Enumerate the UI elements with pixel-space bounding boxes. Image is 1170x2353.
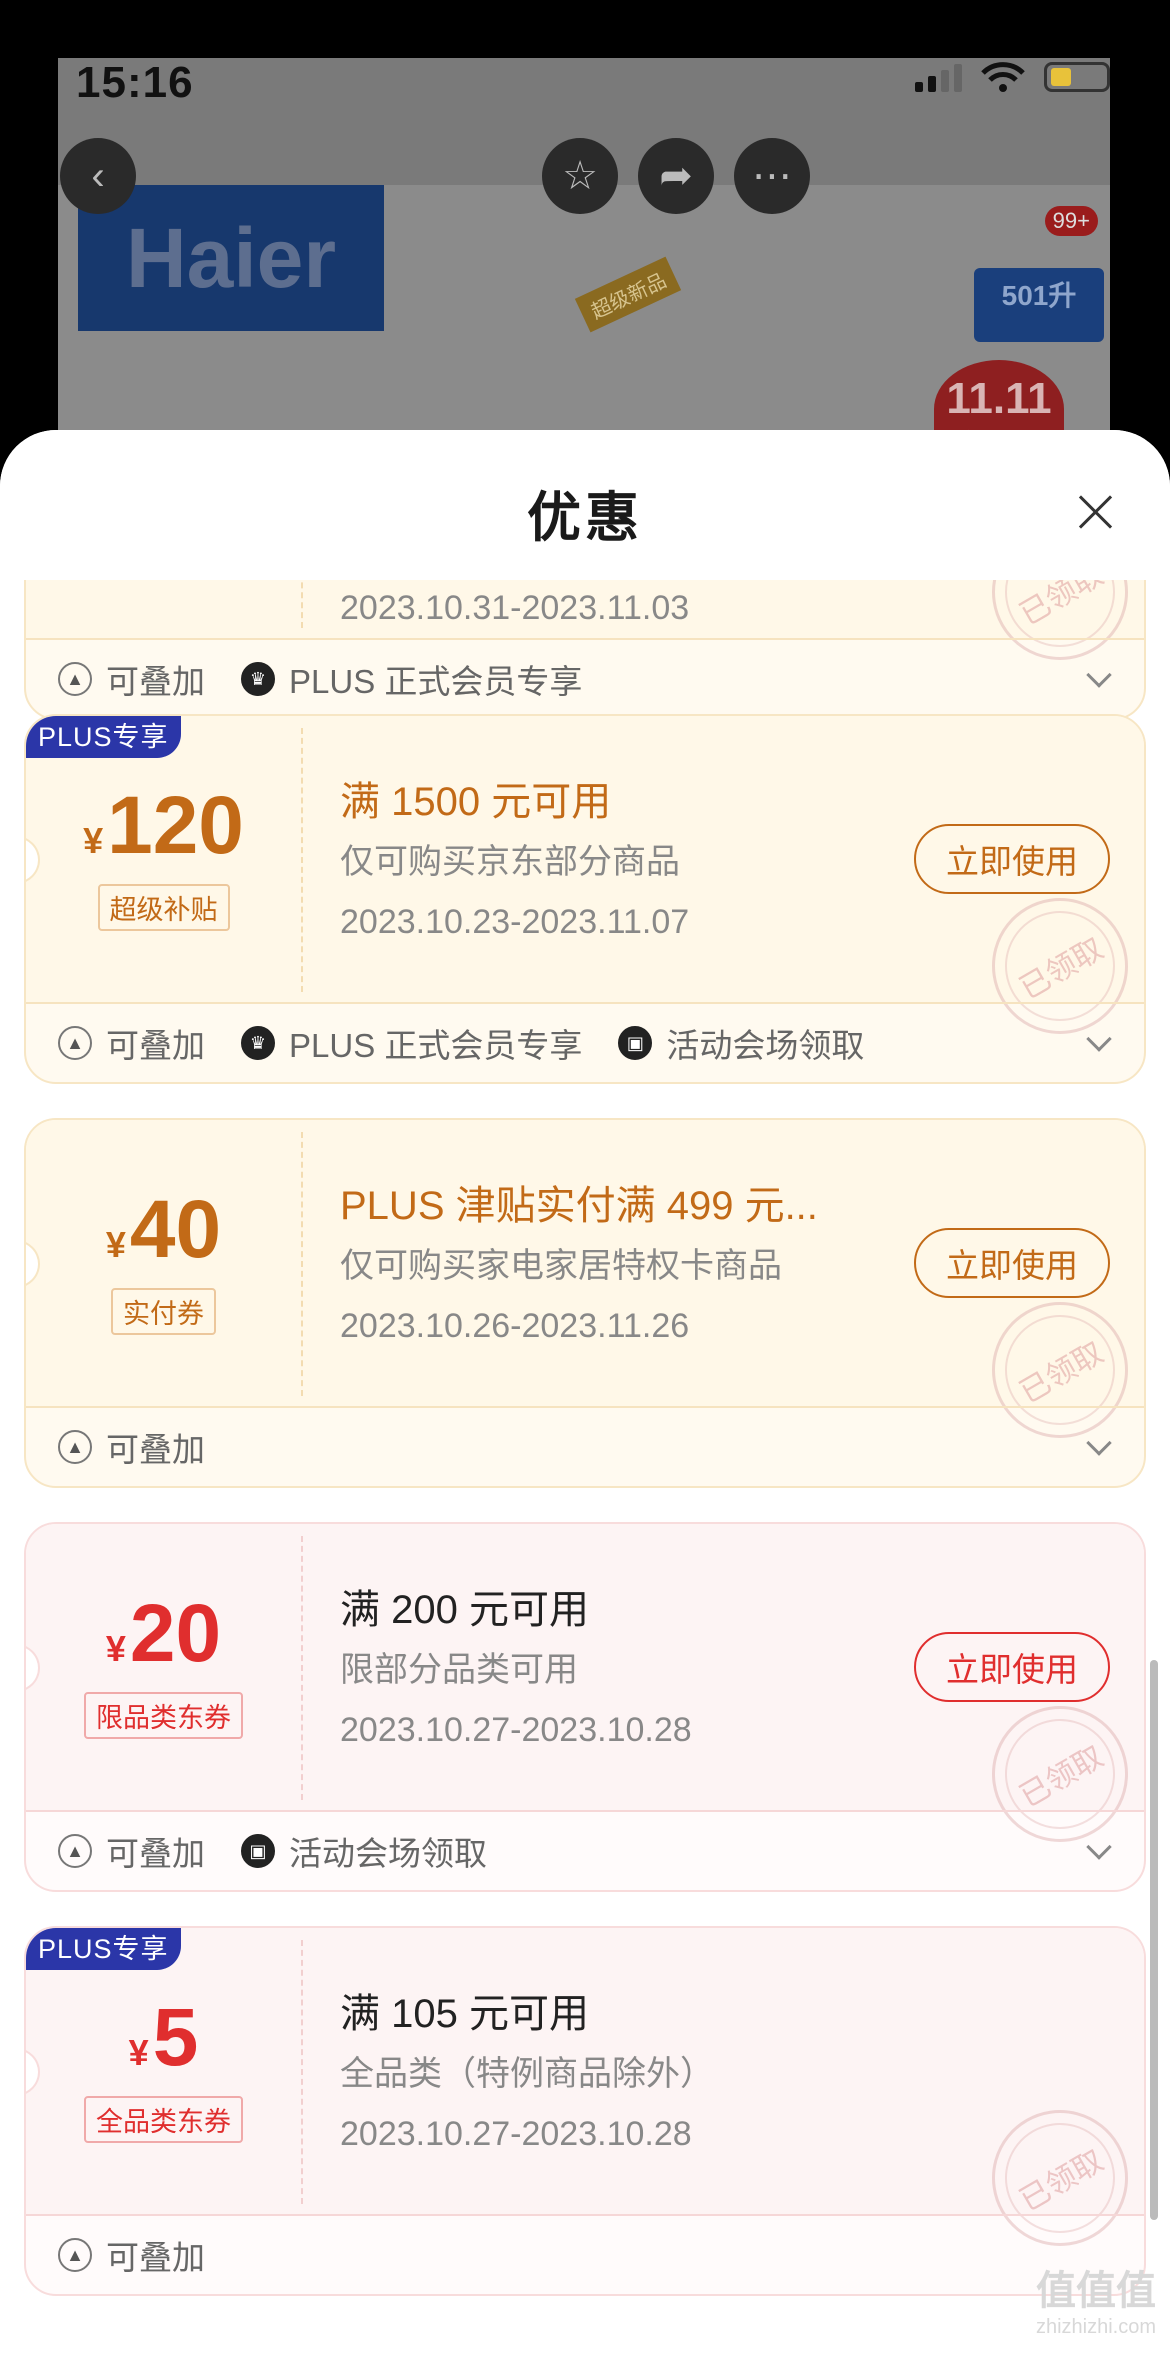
chevron-down-icon[interactable] bbox=[1086, 1026, 1112, 1052]
crown-icon: ♛ bbox=[241, 1026, 275, 1060]
coupon-amount: ¥20 限品类东券 bbox=[26, 1584, 301, 1739]
coupon-condition: PLUS 津贴实付满 499 元... bbox=[340, 1184, 818, 1228]
coupon-date: 2023.10.23-2023.11.07 bbox=[340, 903, 690, 941]
use-now-button[interactable]: 立即使用 bbox=[914, 824, 1110, 894]
coupon-features[interactable]: ▲ 可叠加 bbox=[26, 2216, 1144, 2294]
coupon-card: ¥20 限品类东券 满 200 元可用 限部分品类可用 2023.10.27-2… bbox=[24, 1522, 1146, 1892]
feature-plus-member: ♛ PLUS 正式会员专享 bbox=[241, 1019, 582, 1067]
coupon-features[interactable]: ▲ 可叠加 bbox=[26, 1408, 1144, 1486]
plus-exclusive-badge: PLUS专享 bbox=[26, 716, 181, 758]
coupon-type-tag: 限品类东券 bbox=[84, 1692, 243, 1739]
ticket-icon: ▣ bbox=[618, 1026, 653, 1060]
coupon-scope: 全品类（特例商品除外） bbox=[340, 2055, 714, 2093]
share-icon[interactable]: ➦ bbox=[638, 138, 714, 214]
coupon-type-tag: 全品类东券 bbox=[84, 2096, 243, 2143]
coupon-info: 满 200 元可用 限部分品类可用 2023.10.27-2023.10.28 bbox=[340, 1582, 900, 1760]
crown-icon: ♛ bbox=[241, 662, 275, 696]
sheet-title: 优惠 bbox=[527, 487, 643, 548]
coupon-amount: ¥120 超级补贴 bbox=[26, 776, 301, 931]
feature-stackable: ▲ 可叠加 bbox=[58, 655, 205, 703]
feature-stackable: ▲ 可叠加 bbox=[58, 1827, 205, 1875]
feature-event-claim: ▣ 活动会场领取 bbox=[618, 1019, 864, 1067]
feature-stackable: ▲ 可叠加 bbox=[58, 1423, 205, 1471]
coupon-scope: 限部分品类可用 bbox=[340, 1651, 578, 1689]
feature-plus-member: ♛ PLUS 正式会员专享 bbox=[241, 655, 582, 703]
coupon-date: 2023.10.31-2023.11.03 bbox=[340, 589, 690, 627]
capacity-tag: 501升 bbox=[974, 268, 1104, 342]
coupon-card: ¥40 实付券 PLUS 津贴实付满 499 元... 仅可购买家电家居特权卡商… bbox=[24, 1118, 1146, 1488]
coupon-scope: 仅可购买京东部分商品 bbox=[340, 843, 680, 881]
coupon-sheet: 优惠 2023.10.31-2023.11.03 已领取 ▲ 可叠加 ♛ PLUS … bbox=[0, 430, 1170, 2353]
coupon-scope: 仅可购买家电家居特权卡商品 bbox=[340, 1247, 782, 1285]
coupon-date: 2023.10.26-2023.11.26 bbox=[340, 1307, 690, 1345]
plus-exclusive-badge: PLUS专享 bbox=[26, 1928, 181, 1970]
stack-icon: ▲ bbox=[58, 1834, 92, 1868]
status-bar: 15:16 bbox=[58, 58, 1110, 138]
favorite-star-icon[interactable]: ☆ bbox=[542, 138, 618, 214]
chevron-down-icon[interactable] bbox=[1086, 1834, 1112, 1860]
use-now-button[interactable]: 立即使用 bbox=[914, 1632, 1110, 1702]
status-time: 15:16 bbox=[76, 58, 194, 107]
coupon-type-tag: 实付券 bbox=[111, 1288, 216, 1335]
chevron-down-icon[interactable] bbox=[1086, 1430, 1112, 1456]
signal-icon bbox=[915, 62, 962, 92]
notification-badge: 99+ bbox=[1044, 206, 1098, 236]
feature-stackable: ▲ 可叠加 bbox=[58, 2231, 205, 2279]
feature-stackable: ▲ 可叠加 bbox=[58, 1019, 205, 1067]
wifi-icon bbox=[981, 62, 1025, 92]
battery-icon bbox=[1044, 62, 1110, 92]
background-product-page: 15:16 Haier ‹ ☆ ➦ ⋯ 99+ 超级新品 501升 11.11 … bbox=[58, 58, 1110, 458]
use-now-button[interactable]: 立即使用 bbox=[914, 1228, 1110, 1298]
sheet-header: 优惠 bbox=[0, 430, 1170, 580]
more-options-icon[interactable]: ⋯ bbox=[734, 138, 810, 214]
status-icons bbox=[915, 62, 1110, 92]
haier-logo: Haier bbox=[78, 185, 384, 331]
coupon-info: PLUS 津贴实付满 499 元... 仅可购买家电家居特权卡商品 2023.1… bbox=[340, 1178, 900, 1356]
back-button[interactable]: ‹ bbox=[60, 138, 136, 214]
close-icon[interactable] bbox=[1076, 492, 1116, 532]
coupon-info: 满 1500 元可用 仅可购买京东部分商品 2023.10.23-2023.11… bbox=[340, 774, 900, 952]
ticket-icon: ▣ bbox=[241, 1834, 275, 1868]
coupon-condition: 满 1500 元可用 bbox=[340, 780, 612, 824]
coupon-condition: 满 200 元可用 bbox=[340, 1588, 589, 1632]
coupon-type-tag: 超级补贴 bbox=[97, 884, 230, 931]
stack-icon: ▲ bbox=[58, 1026, 92, 1060]
chevron-down-icon[interactable] bbox=[1086, 662, 1112, 688]
coupon-card: PLUS专享 ¥5 全品类东券 满 105 元可用 全品类（特例商品除外） 20… bbox=[24, 1926, 1146, 2296]
stack-icon: ▲ bbox=[58, 2238, 92, 2272]
scrollbar[interactable] bbox=[1150, 1660, 1158, 2220]
stack-icon: ▲ bbox=[58, 662, 92, 696]
coupon-list[interactable]: 2023.10.31-2023.11.03 已领取 ▲ 可叠加 ♛ PLUS 正式会… bbox=[0, 580, 1170, 2353]
coupon-date: 2023.10.27-2023.10.28 bbox=[340, 1711, 692, 1749]
feature-event-claim: ▣ 活动会场领取 bbox=[241, 1827, 487, 1875]
coupon-condition: 满 105 元可用 bbox=[340, 1992, 589, 2036]
coupon-card: PLUS专享 ¥120 超级补贴 满 1500 元可用 仅可购买京东部分商品 2… bbox=[24, 714, 1146, 1084]
stack-icon: ▲ bbox=[58, 1430, 92, 1464]
coupon-amount: ¥40 实付券 bbox=[26, 1180, 301, 1335]
coupon-date: 2023.10.27-2023.10.28 bbox=[340, 2115, 692, 2153]
coupon-features[interactable]: ▲ 可叠加 ♛ PLUS 正式会员专享 ▣ 活动会场领取 bbox=[26, 1004, 1144, 1082]
coupon-amount: ¥5 全品类东券 bbox=[26, 1988, 301, 2143]
watermark-logo: 值值值 zhizhizhi.com bbox=[1035, 2269, 1156, 2338]
coupon-features[interactable]: ▲ 可叠加 ▣ 活动会场领取 bbox=[26, 1812, 1144, 1890]
coupon-card: 2023.10.31-2023.11.03 已领取 ▲ 可叠加 ♛ PLUS 正式会… bbox=[24, 580, 1146, 720]
coupon-features[interactable]: ▲ 可叠加 ♛ PLUS 正式会员专享 bbox=[26, 640, 1144, 718]
coupon-info: 满 105 元可用 全品类（特例商品除外） 2023.10.27-2023.10… bbox=[340, 1986, 900, 2164]
